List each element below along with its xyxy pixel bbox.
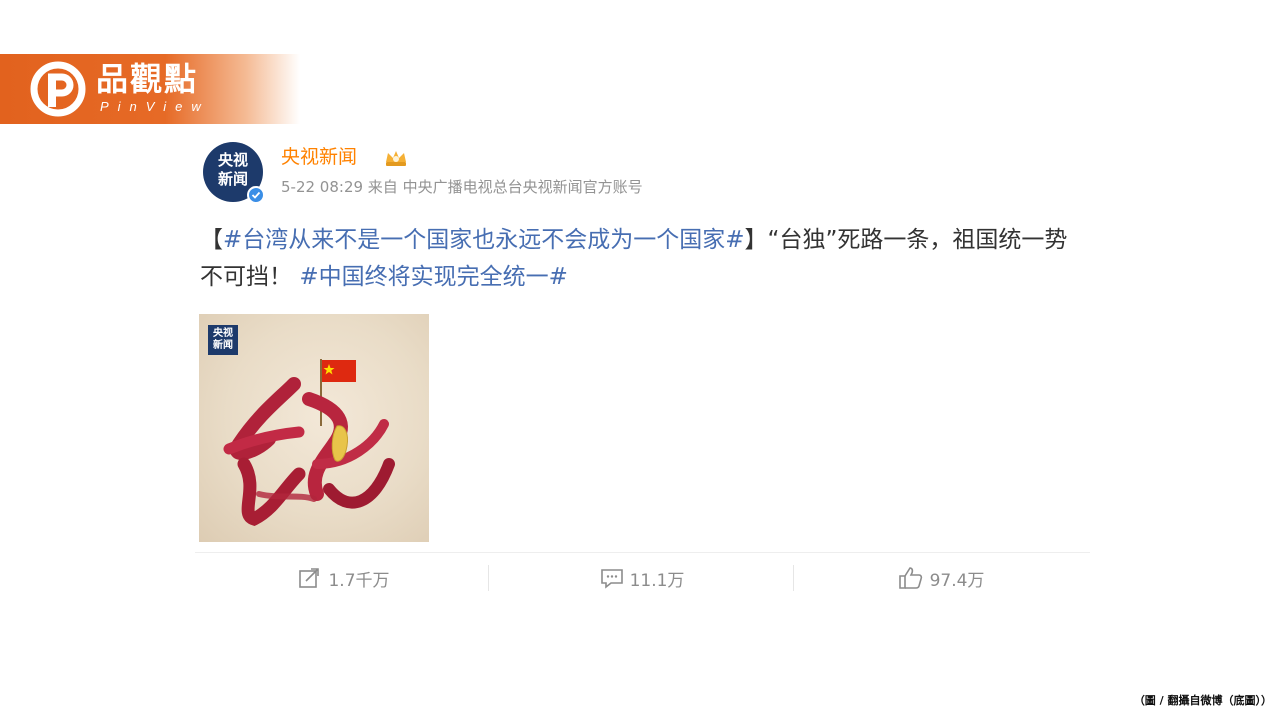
brand-subtitle: PinView <box>100 99 210 114</box>
bracket-close: 】 <box>744 227 768 253</box>
vip-crown-icon <box>386 151 406 166</box>
avatar-text-line1: 央视 <box>217 151 248 169</box>
hashtag-link-taiwan[interactable]: #台湾从来不是一个国家也永远不会成为一个国家# <box>223 227 745 253</box>
comment-button[interactable]: 11.1万 <box>493 553 791 603</box>
hashtag-link-unification[interactable]: #中国终将实现完全统一# <box>299 264 568 290</box>
post-content: 【#台湾从来不是一个国家也永远不会成为一个国家#】“台独”死路一条，祖国统一势不… <box>200 222 1085 296</box>
verified-badge-icon <box>247 186 265 204</box>
bracket-open: 【 <box>200 227 223 253</box>
user-name-link[interactable]: 央视新闻 <box>281 145 357 169</box>
repost-icon <box>299 568 320 588</box>
pinview-logo-icon <box>30 61 86 117</box>
like-button[interactable]: 97.4万 <box>792 553 1090 603</box>
action-separator <box>488 565 489 591</box>
post-actions-bar: 1.7千万 11.1万 97.4万 <box>195 553 1090 603</box>
brand-name: 品觀點 <box>96 60 199 98</box>
post-meta: 5-22 08:29 来自 中央广播电视总台央视新闻官方账号 <box>281 178 643 196</box>
comment-count: 11.1万 <box>629 570 685 591</box>
repost-count: 1.7千万 <box>328 570 390 591</box>
image-credit-caption: （圖 / 翻攝自微博（底圖）） <box>1133 694 1272 707</box>
repost-button[interactable]: 1.7千万 <box>195 553 493 603</box>
like-count: 97.4万 <box>929 570 985 591</box>
avatar[interactable]: 央视 新闻 <box>203 142 265 204</box>
thumbs-up-icon <box>898 567 922 589</box>
pinview-brand-banner: 品觀點 PinView <box>0 54 300 124</box>
comment-icon <box>600 569 623 589</box>
post-image[interactable]: 央视 新闻 <box>199 314 429 542</box>
calligraphy-artwork <box>223 359 395 527</box>
